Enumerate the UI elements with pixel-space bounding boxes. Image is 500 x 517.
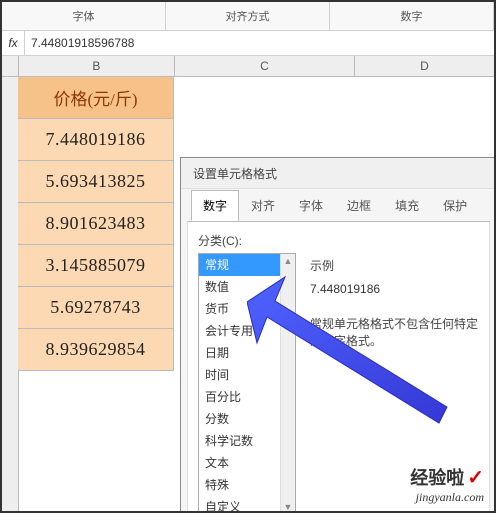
row-header-strip[interactable] [2, 77, 19, 513]
formula-bar: fx 7.44801918596788 [2, 31, 494, 56]
price-cell[interactable]: 7.448019186 [18, 119, 174, 161]
tab-number[interactable]: 数字 [191, 190, 239, 221]
column-b-data: 价格(元/斤) 7.448019186 5.693413825 8.901623… [18, 77, 174, 371]
dialog-tabs: 数字 对齐 字体 边框 填充 保护 [181, 189, 496, 221]
price-cell[interactable]: 5.69278743 [18, 287, 174, 329]
watermark: 经验啦 ✓ jingyanla.com [410, 464, 484, 505]
ribbon-group-number[interactable]: 数字 [330, 2, 494, 30]
example-value: 7.448019186 [310, 282, 479, 296]
price-cell[interactable]: 3.145885079 [18, 245, 174, 287]
watermark-url: jingyanla.com [410, 490, 484, 505]
ribbon-group-align[interactable]: 对齐方式 [166, 2, 330, 30]
select-all-corner[interactable] [2, 56, 19, 76]
worksheet-area: 价格(元/斤) 7.448019186 5.693413825 8.901623… [2, 77, 494, 513]
checkmark-icon: ✓ [467, 465, 484, 490]
ribbon: 字体 对齐方式 数字 [2, 2, 494, 31]
column-header-b[interactable]: B [19, 56, 175, 76]
price-header-cell[interactable]: 价格(元/斤) [18, 77, 174, 119]
watermark-text: 经验啦 [410, 464, 464, 490]
price-cell[interactable]: 8.901623483 [18, 203, 174, 245]
price-cell[interactable]: 5.693413825 [18, 161, 174, 203]
dialog-title: 设置单元格格式 [181, 158, 496, 189]
column-header-row: B C D [2, 56, 494, 77]
listbox-scrollbar[interactable]: ▲ ▼ [280, 254, 295, 513]
scroll-up-icon[interactable]: ▲ [284, 254, 293, 268]
column-header-c[interactable]: C [175, 56, 355, 76]
category-description: 常规单元格格式不包含任何特定的数字格式。 [310, 316, 479, 350]
tab-fill[interactable]: 填充 [383, 190, 431, 221]
price-cell[interactable]: 8.939629854 [18, 329, 174, 371]
tab-border[interactable]: 边框 [335, 190, 383, 221]
fx-icon[interactable]: fx [2, 31, 25, 55]
tab-protection[interactable]: 保护 [431, 190, 479, 221]
tab-alignment[interactable]: 对齐 [239, 190, 287, 221]
column-header-d[interactable]: D [355, 56, 494, 76]
category-label: 分类(C): [198, 232, 479, 249]
example-label: 示例 [310, 257, 479, 274]
tab-font[interactable]: 字体 [287, 190, 335, 221]
category-listbox[interactable]: 常规 数值 货币 会计专用 日期 时间 百分比 分数 科学记数 文本 特殊 自定… [198, 253, 296, 513]
formula-bar-value[interactable]: 7.44801918596788 [25, 36, 134, 50]
format-cells-dialog: 设置单元格格式 数字 对齐 字体 边框 填充 保护 分类(C): 常规 数值 货… [180, 157, 496, 513]
scroll-down-icon[interactable]: ▼ [284, 500, 293, 513]
ribbon-group-font[interactable]: 字体 [2, 2, 166, 30]
